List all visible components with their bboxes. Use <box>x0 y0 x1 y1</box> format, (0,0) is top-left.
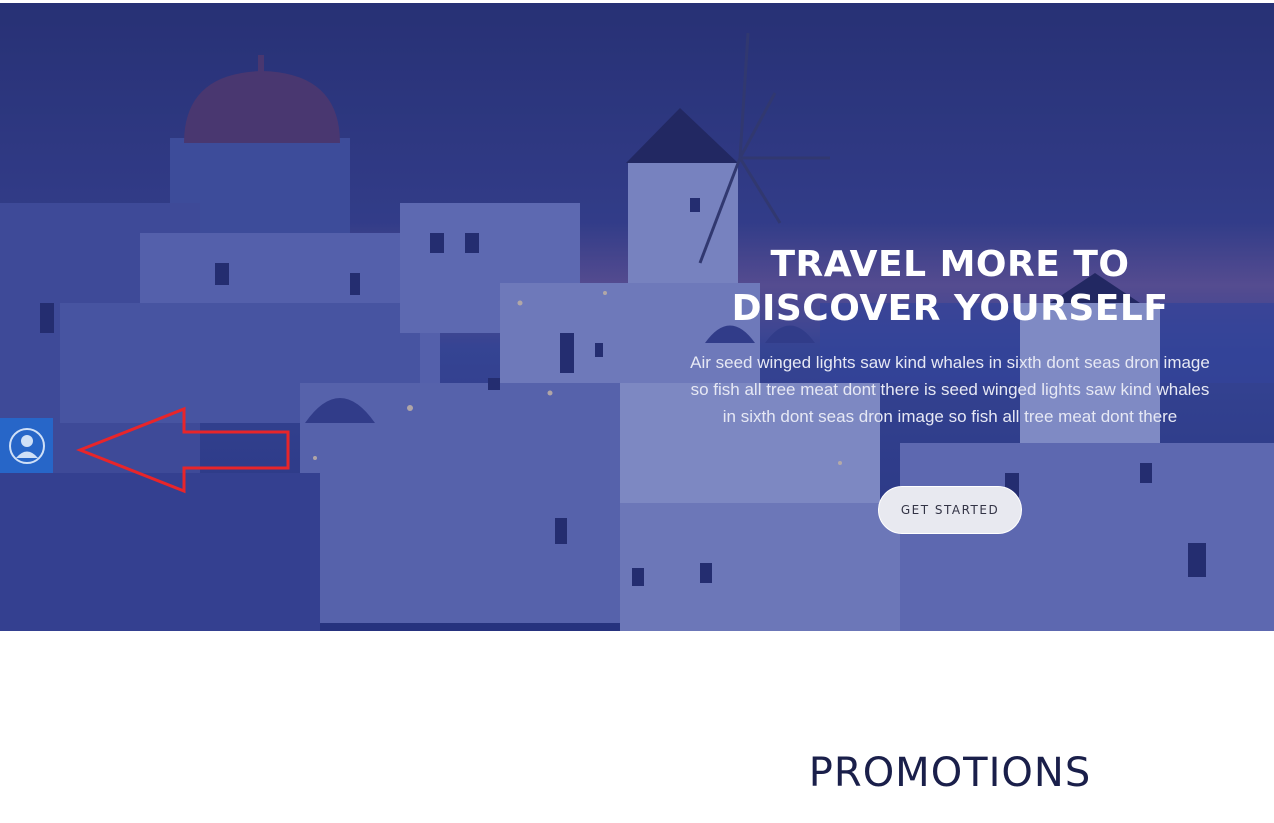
hero-title: TRAVEL MORE TO DISCOVER YOURSELF <box>731 244 1169 329</box>
user-profile-tab[interactable] <box>0 418 53 473</box>
hero-description: Air seed winged lights saw kind whales i… <box>690 353 1210 426</box>
arrow-left-icon <box>76 406 290 494</box>
promotions-title: PROMOTIONS <box>808 750 1092 796</box>
page: TRAVEL MORE TO DISCOVER YOURSELF Air see… <box>0 0 1274 823</box>
user-icon <box>8 427 45 464</box>
hero-content: TRAVEL MORE TO DISCOVER YOURSELF Air see… <box>680 243 1220 534</box>
hero-banner: TRAVEL MORE TO DISCOVER YOURSELF Air see… <box>0 3 1274 631</box>
promotions-section-header: PROMOTIONS <box>0 750 1274 796</box>
get-started-button[interactable]: GET STARTED <box>877 486 1023 534</box>
